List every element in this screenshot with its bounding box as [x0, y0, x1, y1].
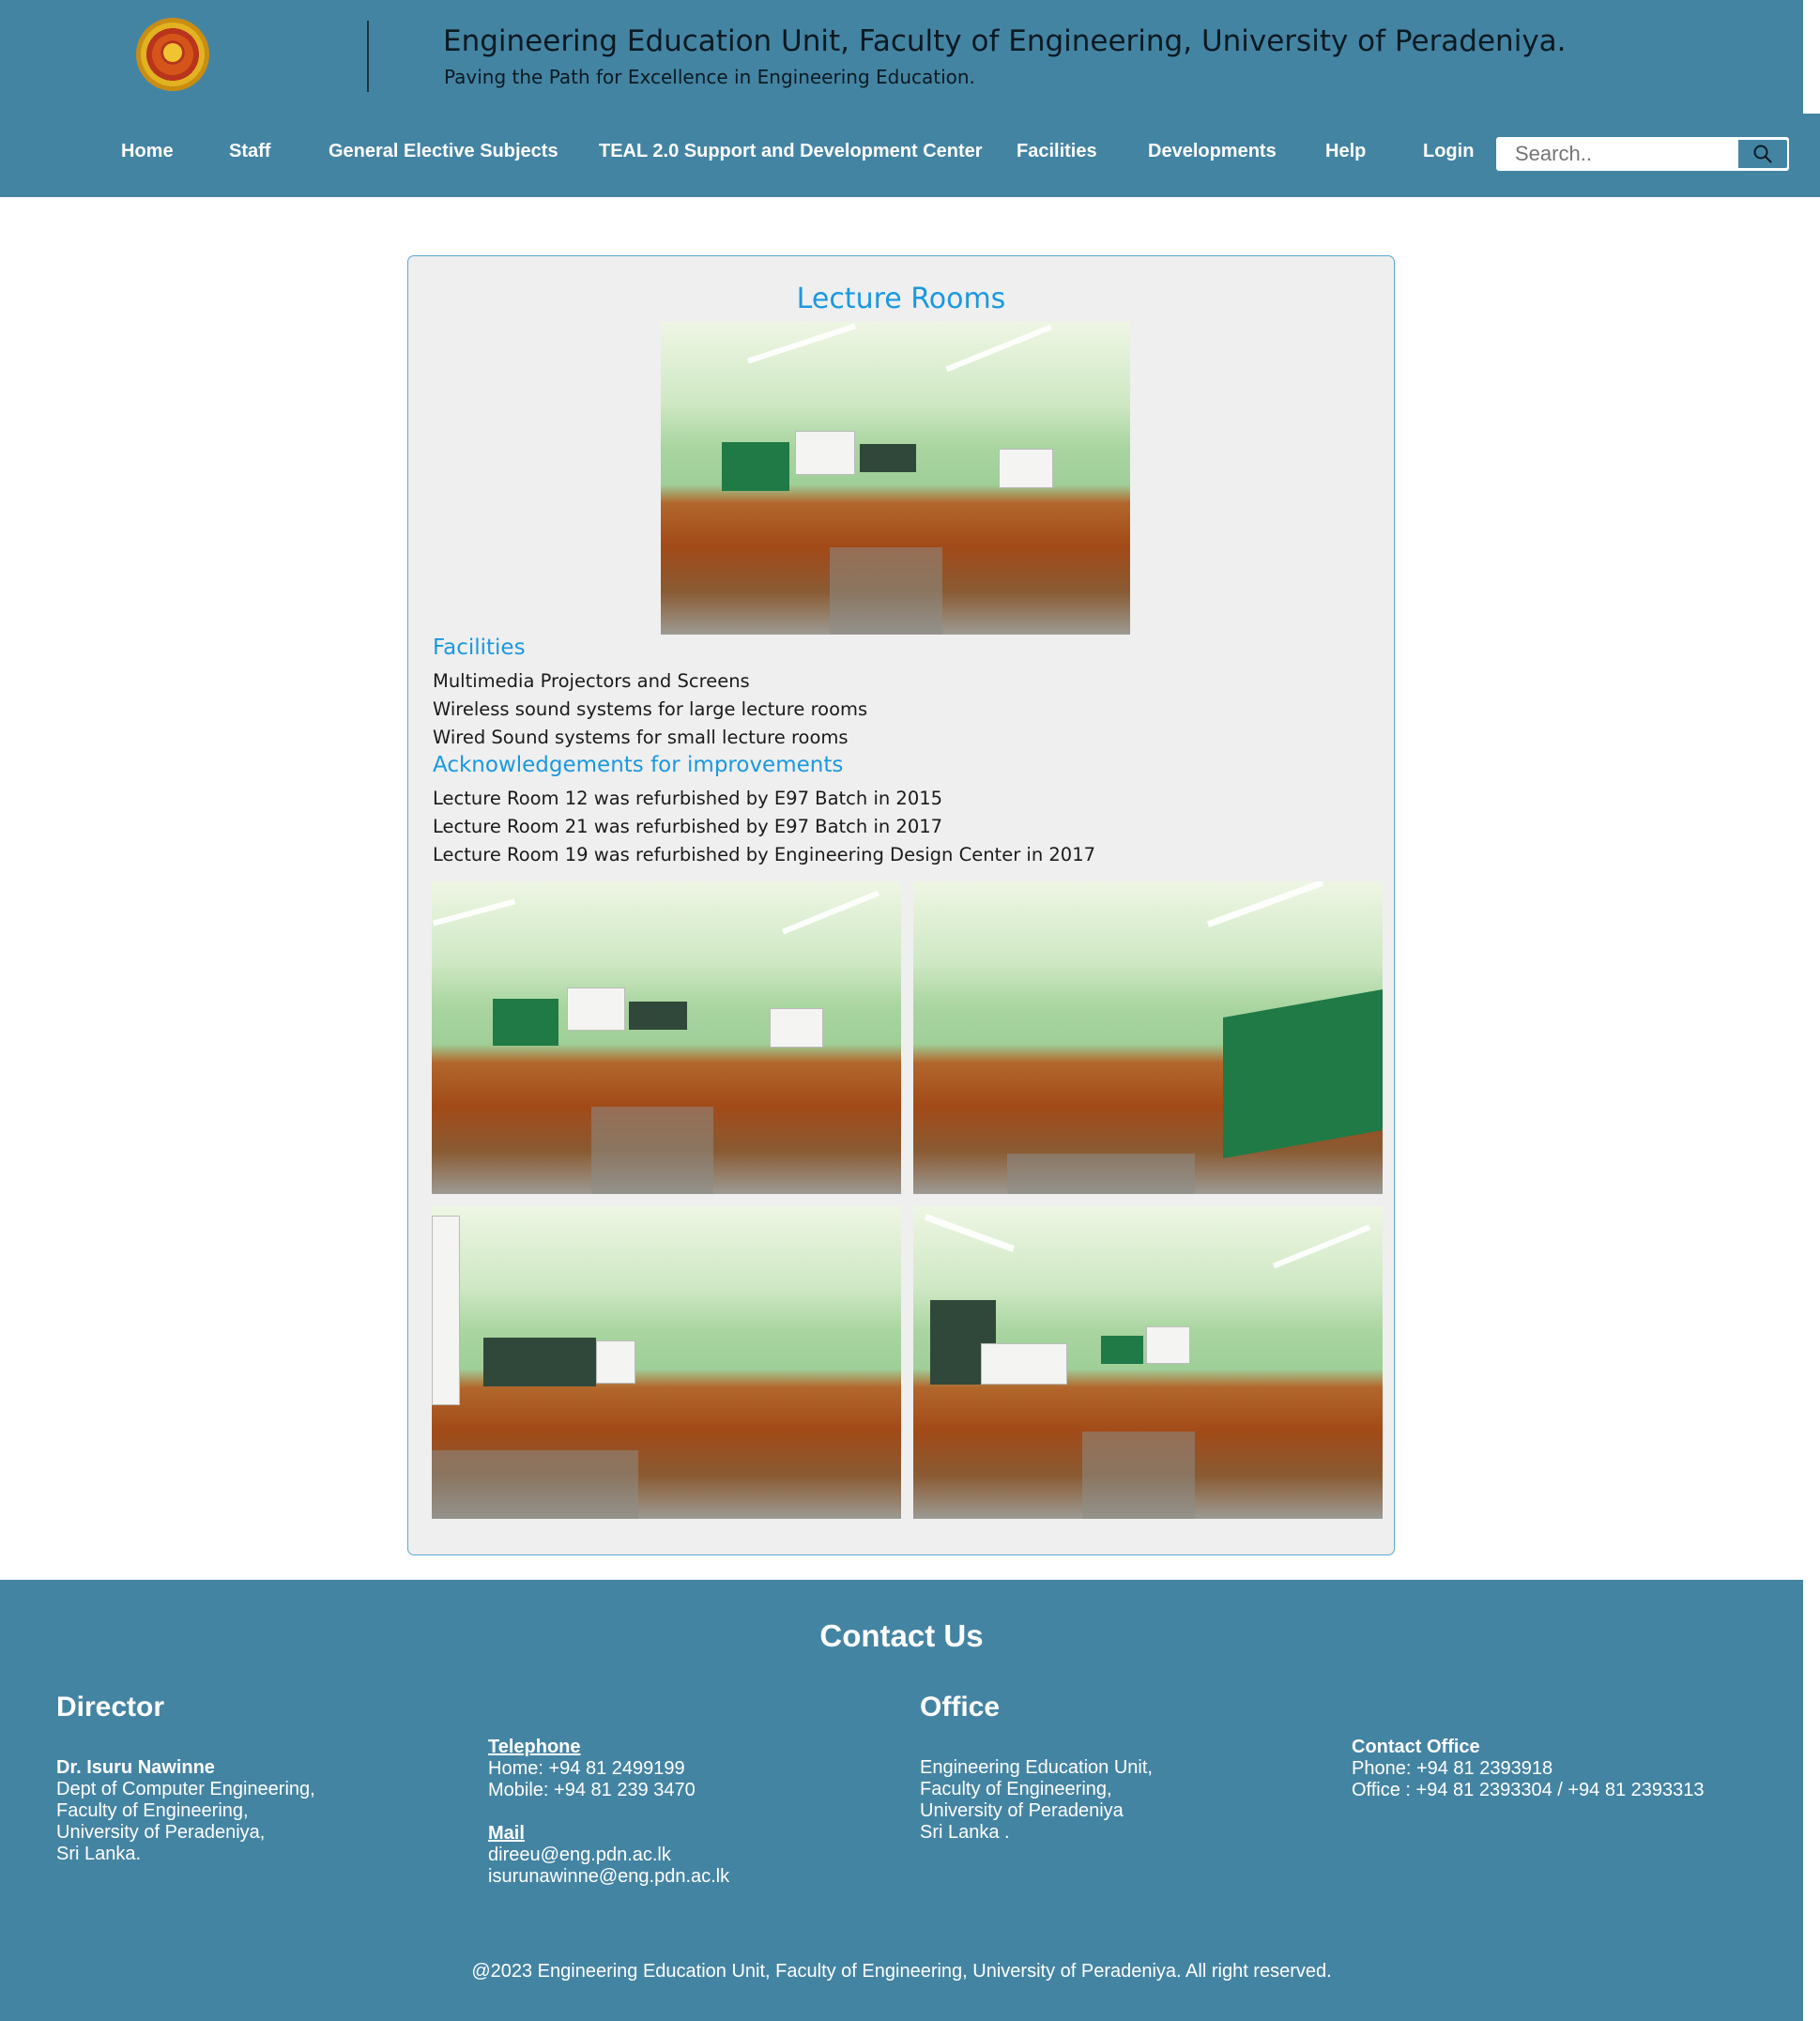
lecture-room-photo	[913, 881, 1383, 1194]
page-title: Lecture Rooms	[796, 283, 1006, 315]
university-crest-icon[interactable]	[136, 18, 209, 91]
facility-item: Wired Sound systems for small lecture ro…	[433, 727, 849, 748]
office-line: Engineering Education Unit,	[920, 1757, 1153, 1778]
director-line: Faculty of Engineering,	[56, 1800, 249, 1821]
nav-developments[interactable]: Developments	[1148, 141, 1277, 162]
search-button[interactable]	[1738, 140, 1787, 168]
office-line: Faculty of Engineering,	[920, 1779, 1112, 1799]
director-heading: Director	[56, 1692, 165, 1722]
contact-us-title: Contact Us	[819, 1618, 984, 1653]
nav-login[interactable]: Login	[1423, 141, 1474, 162]
nav-home[interactable]: Home	[121, 141, 174, 162]
acknowledgement-item: Lecture Room 19 was refurbished by Engin…	[433, 844, 1096, 865]
director-line: Dept of Computer Engineering,	[56, 1779, 315, 1799]
director-line: Sri Lanka.	[56, 1844, 142, 1864]
office-line: University of Peradeniya	[920, 1800, 1124, 1821]
contact-office-line: Phone: +94 81 2393918	[1352, 1758, 1553, 1779]
lecture-room-photo	[432, 1206, 901, 1519]
search-box	[1496, 137, 1789, 171]
nav-help[interactable]: Help	[1325, 141, 1366, 162]
content-panel: Lecture Rooms Facilities Multimedia Proj…	[407, 255, 1395, 1555]
search-icon	[1753, 145, 1772, 163]
facilities-heading: Facilities	[433, 635, 526, 660]
office-line: Sri Lanka .	[920, 1822, 1010, 1843]
acknowledgement-item: Lecture Room 21 was refurbished by E97 B…	[433, 816, 943, 837]
mail-label: Mail	[488, 1823, 525, 1844]
mail-link[interactable]: direeu@eng.pdn.ac.lk	[488, 1845, 671, 1866]
lecture-room-photo	[432, 881, 901, 1194]
director-line: University of Peradeniya,	[56, 1822, 266, 1843]
copyright-text: @2023 Engineering Education Unit, Facult…	[471, 1961, 1332, 1982]
nav-facilities[interactable]: Facilities	[1017, 141, 1097, 162]
site-footer: Contact Us Director Dr. Isuru Nawinne De…	[0, 1580, 1803, 2021]
facility-item: Multimedia Projectors and Screens	[433, 670, 750, 692]
page-edge	[1803, 0, 1820, 2021]
site-subtitle: Paving the Path for Excellence in Engine…	[444, 66, 975, 88]
site-title: Engineering Education Unit, Faculty of E…	[443, 24, 1567, 58]
site-header: Engineering Education Unit, Faculty of E…	[0, 0, 1803, 197]
header-divider	[367, 21, 369, 92]
office-heading: Office	[920, 1692, 1001, 1722]
lecture-room-photo-main	[661, 322, 1130, 635]
acknowledgements-heading: Acknowledgements for improvements	[433, 753, 844, 777]
nav-general-elective-subjects[interactable]: General Elective Subjects	[329, 141, 558, 162]
lecture-room-photo	[913, 1206, 1383, 1519]
telephone-label: Telephone	[488, 1737, 581, 1757]
nav-teal-center[interactable]: TEAL 2.0 Support and Development Center	[599, 141, 983, 162]
nav-staff[interactable]: Staff	[229, 141, 270, 162]
search-input[interactable]	[1498, 139, 1737, 169]
contact-office-label: Contact Office	[1352, 1737, 1480, 1757]
telephone-line: Mobile: +94 81 239 3470	[488, 1780, 696, 1800]
contact-office-line: Office : +94 81 2393304 / +94 81 2393313	[1352, 1780, 1705, 1800]
facility-item: Wireless sound systems for large lecture…	[433, 698, 868, 720]
telephone-line: Home: +94 81 2499199	[488, 1758, 685, 1779]
director-name: Dr. Isuru Nawinne	[56, 1757, 215, 1778]
acknowledgement-item: Lecture Room 12 was refurbished by E97 B…	[433, 788, 943, 809]
mail-link[interactable]: isurunawinne@eng.pdn.ac.lk	[488, 1866, 729, 1888]
